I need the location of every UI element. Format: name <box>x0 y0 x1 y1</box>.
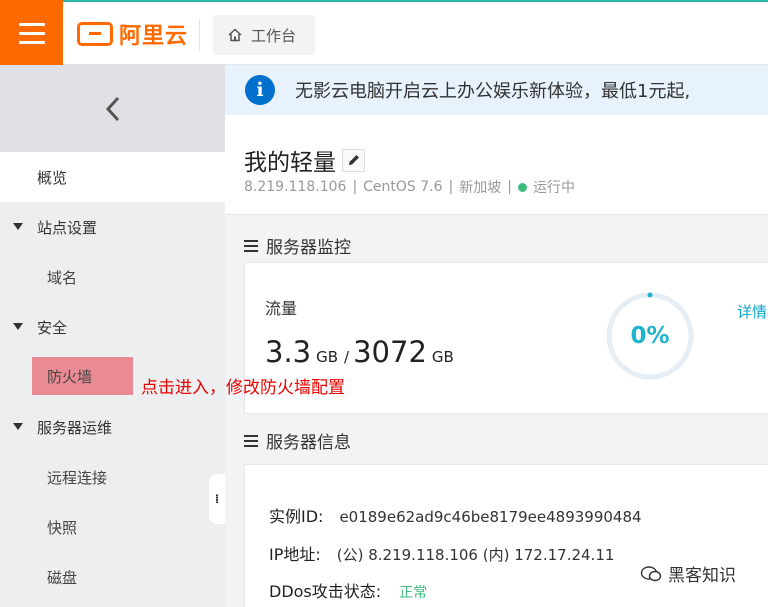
sidebar-item-overview[interactable]: 概览 <box>0 152 225 202</box>
server-header: 我的轻量 8.219.118.106 | CentOS 7.6 | 新加坡 | … <box>225 115 768 215</box>
caret-down-icon <box>13 423 23 430</box>
sidebar-item-remote-connect[interactable]: 远程连接 <box>0 452 225 502</box>
sidebar-item-label: 远程连接 <box>47 468 108 487</box>
ddos-key: DDos攻击状态: <box>269 582 382 601</box>
sidebar-item-snapshot[interactable]: 快照 <box>0 502 225 552</box>
workbench-button[interactable]: 工作台 <box>213 15 315 55</box>
traffic-used: 3.3 <box>265 335 312 369</box>
server-status: 运行中 <box>532 180 575 196</box>
meta-separator: | <box>352 179 358 195</box>
traffic-used-unit: GB <box>316 348 339 366</box>
chevron-left-icon <box>105 96 119 121</box>
sidebar-group-security[interactable]: 安全 <box>0 302 225 352</box>
monitor-section-title: 服务器监控 <box>244 233 351 258</box>
main-content: i 无影云电脑开启云上办公娱乐新体验，最低1元起, 我的轻量 8.219.118… <box>225 65 768 607</box>
sidebar-item-label: 概览 <box>37 168 68 187</box>
sidebar-item-label: 站点设置 <box>37 218 98 237</box>
top-bar: 阿里云 工作台 <box>0 0 768 67</box>
server-region: 新加坡 <box>459 180 502 196</box>
sidebar-group-site-settings[interactable]: 站点设置 <box>0 202 225 252</box>
wechat-icon <box>640 565 662 581</box>
status-dot-icon <box>517 182 527 192</box>
caret-down-icon <box>13 323 23 330</box>
sidebar-item-label: 域名 <box>47 268 78 287</box>
server-os: CentOS 7.6 <box>363 179 443 195</box>
sidebar-back-button[interactable] <box>0 65 225 152</box>
traffic-detail-link[interactable]: 详情 <box>737 301 767 322</box>
watermark: 黑客知识 <box>640 561 736 586</box>
promo-banner[interactable]: i 无影云电脑开启云上办公娱乐新体验，最低1元起, <box>225 65 768 115</box>
sidebar-collapse-handle[interactable]: ⁞ <box>209 474 225 524</box>
info-title-text: 服务器信息 <box>266 433 351 453</box>
page-title: 我的轻量 <box>244 150 336 176</box>
ddos-status: 正常 <box>399 585 428 601</box>
menu-icon[interactable] <box>0 0 63 67</box>
traffic-label: 流量 <box>265 299 298 318</box>
server-ip: 8.219.118.106 <box>244 179 347 195</box>
traffic-total: 3072 <box>353 335 427 369</box>
sidebar-group-server-ops[interactable]: 服务器运维 <box>0 402 225 452</box>
banner-text: 无影云电脑开启云上办公娱乐新体验，最低1元起, <box>295 81 691 102</box>
traffic-percent: 0% <box>630 323 670 349</box>
topbar-divider <box>199 19 200 51</box>
traffic-value: 3.3 GB / 3072 GB <box>265 335 454 369</box>
caret-down-icon <box>13 223 23 230</box>
list-icon <box>244 434 258 447</box>
sidebar-item-label: 服务器运维 <box>37 418 113 437</box>
annotation-text: 点击进入，修改防火墙配置 <box>141 378 345 398</box>
info-section-title: 服务器信息 <box>244 428 351 453</box>
info-icon: i <box>245 75 275 105</box>
meta-separator: | <box>507 179 512 195</box>
sidebar-item-label: 防火墙 <box>47 367 93 386</box>
home-icon <box>228 28 242 42</box>
ip-value[interactable]: (公) 8.219.118.106 (内) 172.17.24.11 <box>337 544 615 565</box>
traffic-slash: / <box>344 348 350 366</box>
sidebar-item-label: 安全 <box>37 318 68 337</box>
watermark-text: 黑客知识 <box>668 566 736 586</box>
instance-id-row: 实例ID: e0189e62ad9c46be8179ee4893990484 <box>269 503 642 527</box>
workbench-label: 工作台 <box>251 26 297 45</box>
edit-name-button[interactable] <box>342 148 365 172</box>
brand-name: 阿里云 <box>119 24 189 49</box>
instance-id-value[interactable]: e0189e62ad9c46be8179ee4893990484 <box>339 508 641 526</box>
traffic-total-unit: GB <box>431 348 454 366</box>
pencil-icon <box>348 155 359 165</box>
ip-key: IP地址: <box>269 545 321 564</box>
sidebar-item-disk[interactable]: 磁盘 <box>0 552 225 602</box>
ddos-row: DDos攻击状态: 正常 <box>269 578 427 602</box>
monitor-title-text: 服务器监控 <box>266 238 351 258</box>
ip-row: IP地址: (公) 8.219.118.106 (内) 172.17.24.11 <box>269 541 614 565</box>
list-icon <box>244 239 258 252</box>
sidebar-item-label: 磁盘 <box>47 568 78 587</box>
server-meta: 8.219.118.106 | CentOS 7.6 | 新加坡 | 运行中 <box>244 177 575 197</box>
sidebar-item-domain[interactable]: 域名 <box>0 252 225 302</box>
aliyun-logo-mark-icon <box>77 22 113 46</box>
sidebar-item-label: 快照 <box>47 518 78 537</box>
aliyun-logo[interactable]: 阿里云 <box>77 19 188 49</box>
meta-separator: | <box>448 179 454 195</box>
instance-id-key: 实例ID: <box>269 507 324 526</box>
